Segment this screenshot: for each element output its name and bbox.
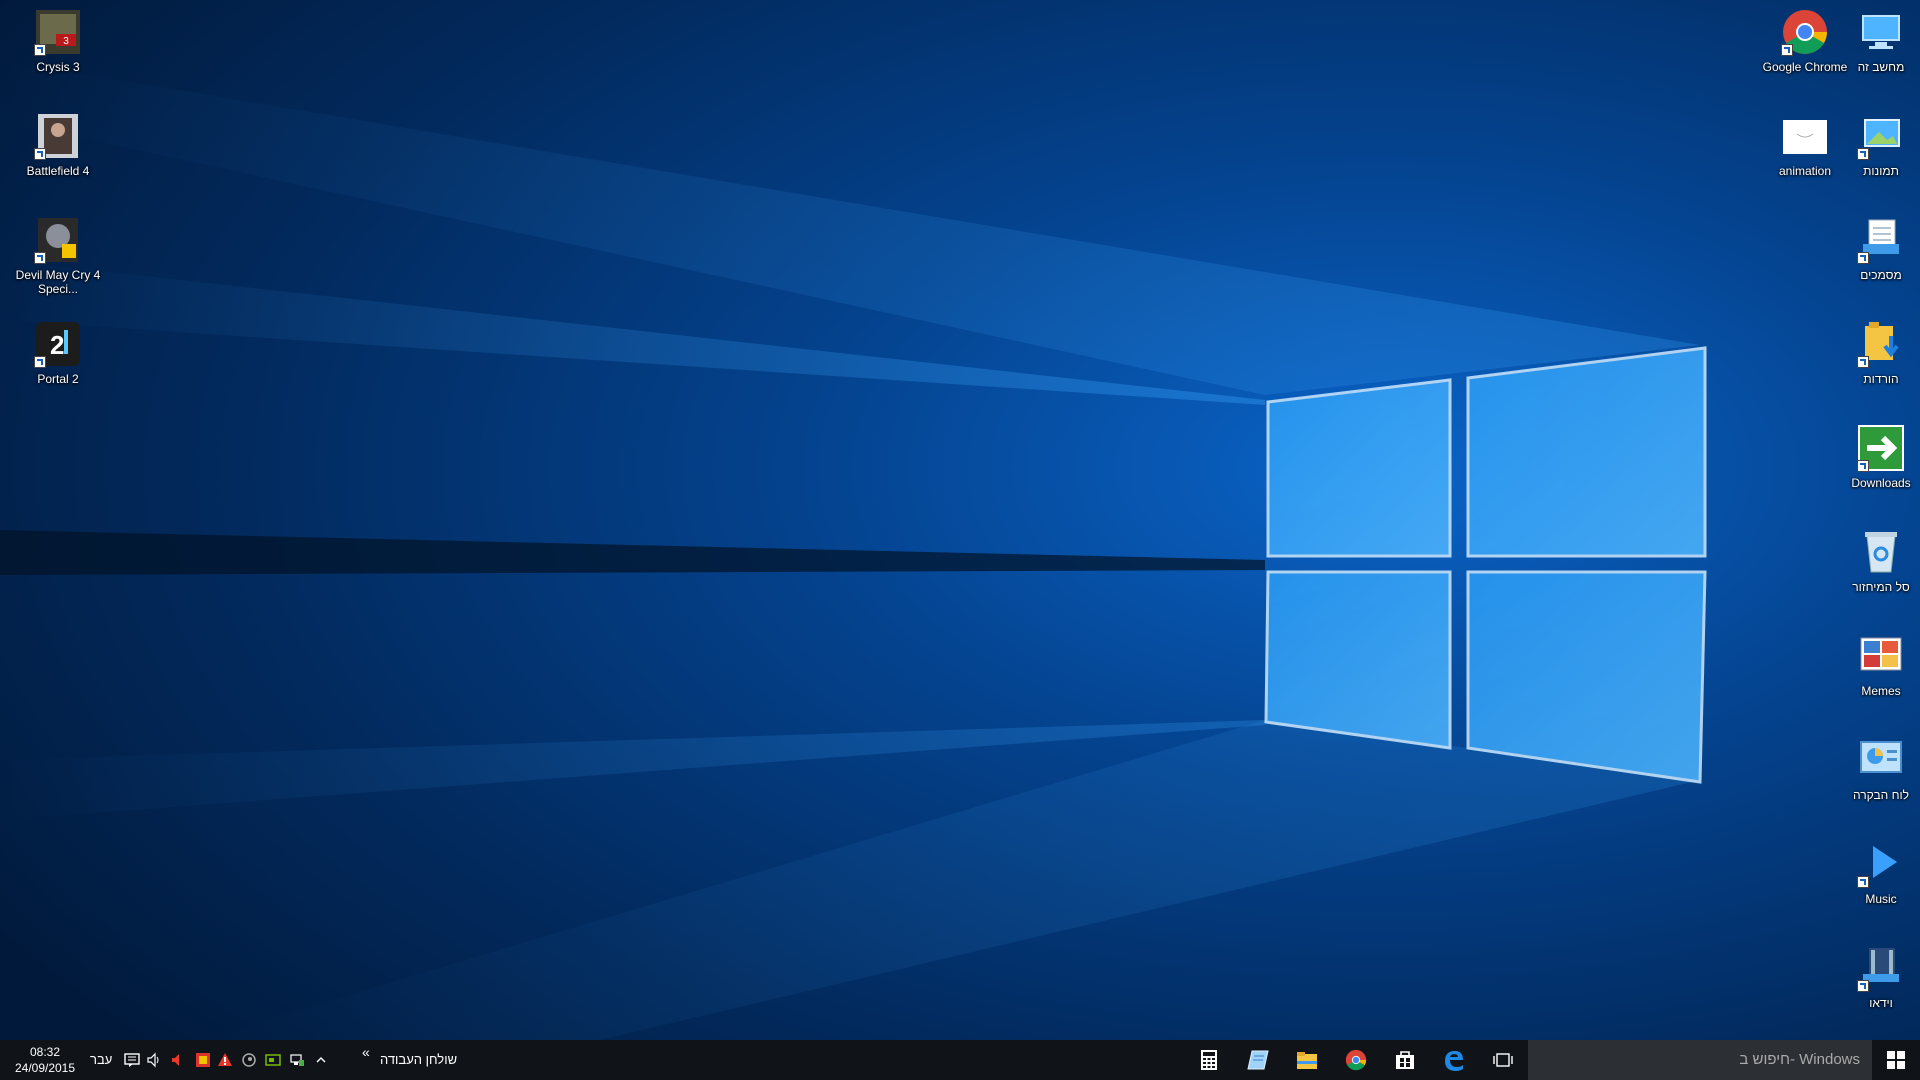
desktop-icon-label: לוח הבקרה [1853,788,1909,802]
desktop-icon-label: Devil May Cry 4 Speci... [15,268,101,296]
desktop-icon-devil-may-cry[interactable]: Devil May Cry 4 Speci... [13,210,103,306]
desktop-icon-videos[interactable]: וידאו [1836,938,1920,1034]
desktop-icon-memes[interactable]: Memes [1836,626,1920,722]
crysis-3-icon: 3 [32,6,84,58]
music-icon [1855,838,1907,890]
muted-speaker-icon[interactable] [165,1040,187,1080]
taskbar-task-view[interactable] [1479,1040,1527,1080]
nvidia-icon[interactable] [262,1040,284,1080]
action-center-icon[interactable] [121,1040,143,1080]
desktop-icon-label: animation [1778,164,1832,178]
pictures-icon [1855,110,1907,162]
desktop-icon-recycle-bin[interactable]: סל המיחזור [1836,522,1920,618]
search-placeholder: חיפוש ב- Windows [1739,1051,1860,1068]
desktop-icon-portal-2[interactable]: 2 Portal 2 [13,314,103,410]
desktop-icon-music[interactable]: Music [1836,834,1920,930]
desktop-icon-documents[interactable]: מסמכים [1836,210,1920,306]
chrome-icon [1779,6,1831,58]
downloads-folder-icon [1855,318,1907,370]
task-view-icon [1493,1053,1513,1067]
svg-text:2: 2 [50,330,64,360]
warning-icon[interactable] [214,1040,236,1080]
search-box[interactable]: חיפוש ב- Windows [1528,1040,1872,1080]
desktop-icon-control-panel[interactable]: לוח הבקרה [1836,730,1920,826]
notepad-icon [1247,1050,1269,1070]
taskbar-notepad[interactable] [1234,1040,1282,1080]
battlefield-4-icon [32,110,84,162]
show-hidden-icons-chevron-icon[interactable] [310,1040,332,1080]
desktop-wallpaper [0,0,1920,1040]
toolbar-chevron[interactable]: « [362,1044,370,1060]
desktop-icon-downloads-shortcut[interactable]: Downloads [1836,418,1920,514]
taskbar-edge[interactable] [1430,1040,1478,1080]
desktop-icon-label: Memes [1861,684,1901,698]
desktop-icon-label: מסמכים [1860,268,1902,282]
taskbar-calculator[interactable] [1185,1040,1233,1080]
volume-icon[interactable] [143,1040,165,1080]
desktop-icon-label: Google Chrome [1762,60,1848,74]
calculator-icon [1201,1050,1217,1070]
desktop-icon-animation[interactable]: animation [1760,106,1850,202]
desktop-icon-label: Downloads [1851,476,1911,490]
desktop-icon-label: סל המיחזור [1852,580,1910,594]
portal-2-icon: 2 [32,318,84,370]
downloads-shortcut-icon [1855,422,1907,474]
clock[interactable]: 08:32 24/09/2015 [6,1040,84,1080]
desktop-icon-label: Battlefield 4 [26,164,90,178]
desktop-icon-battlefield-4[interactable]: Battlefield 4 [13,106,103,202]
store-icon [1396,1051,1414,1069]
chrome-icon [1345,1049,1367,1071]
animation-icon [1779,110,1831,162]
steam-icon[interactable] [238,1040,260,1080]
windows-start-icon [1887,1051,1905,1069]
clock-time: 08:32 [29,1045,61,1059]
desktop-icon-crysis-3[interactable]: 3 Crysis 3 [13,2,103,98]
control-panel-icon [1855,734,1907,786]
clock-date: 24/09/2015 [14,1061,76,1075]
file-explorer-icon [1297,1052,1317,1069]
edge-icon [1445,1051,1463,1071]
this-pc-icon [1855,6,1907,58]
desktop-icon-label: Music [1865,892,1897,906]
desktop-icon-google-chrome[interactable]: Google Chrome [1760,2,1850,98]
desktop-icon-label: הורדות [1863,372,1899,386]
taskbar: 08:32 24/09/2015 עבר « שולחן העבודה חיפו… [0,1040,1920,1080]
videos-icon [1855,942,1907,994]
taskbar-chrome[interactable] [1332,1040,1380,1080]
app-tray-red-icon[interactable] [192,1040,214,1080]
desktop-icon-downloads-folder[interactable]: הורדות [1836,314,1920,410]
recycle-bin-icon [1855,526,1907,578]
desktop-toolbar-label[interactable]: שולחן העבודה [380,1052,457,1067]
devil-may-cry-icon [32,214,84,266]
desktop-icon-label: Crysis 3 [36,60,80,74]
documents-icon [1855,214,1907,266]
start-button[interactable] [1872,1040,1920,1080]
taskbar-file-explorer[interactable] [1283,1040,1331,1080]
language-indicator[interactable]: עבר [90,1052,112,1067]
desktop-icon-label: וידאו [1869,996,1893,1010]
memes-icon [1855,630,1907,682]
desktop-icon-label: Portal 2 [37,372,79,386]
svg-text:3: 3 [63,36,69,47]
network-icon[interactable] [286,1040,308,1080]
taskbar-store[interactable] [1381,1040,1429,1080]
